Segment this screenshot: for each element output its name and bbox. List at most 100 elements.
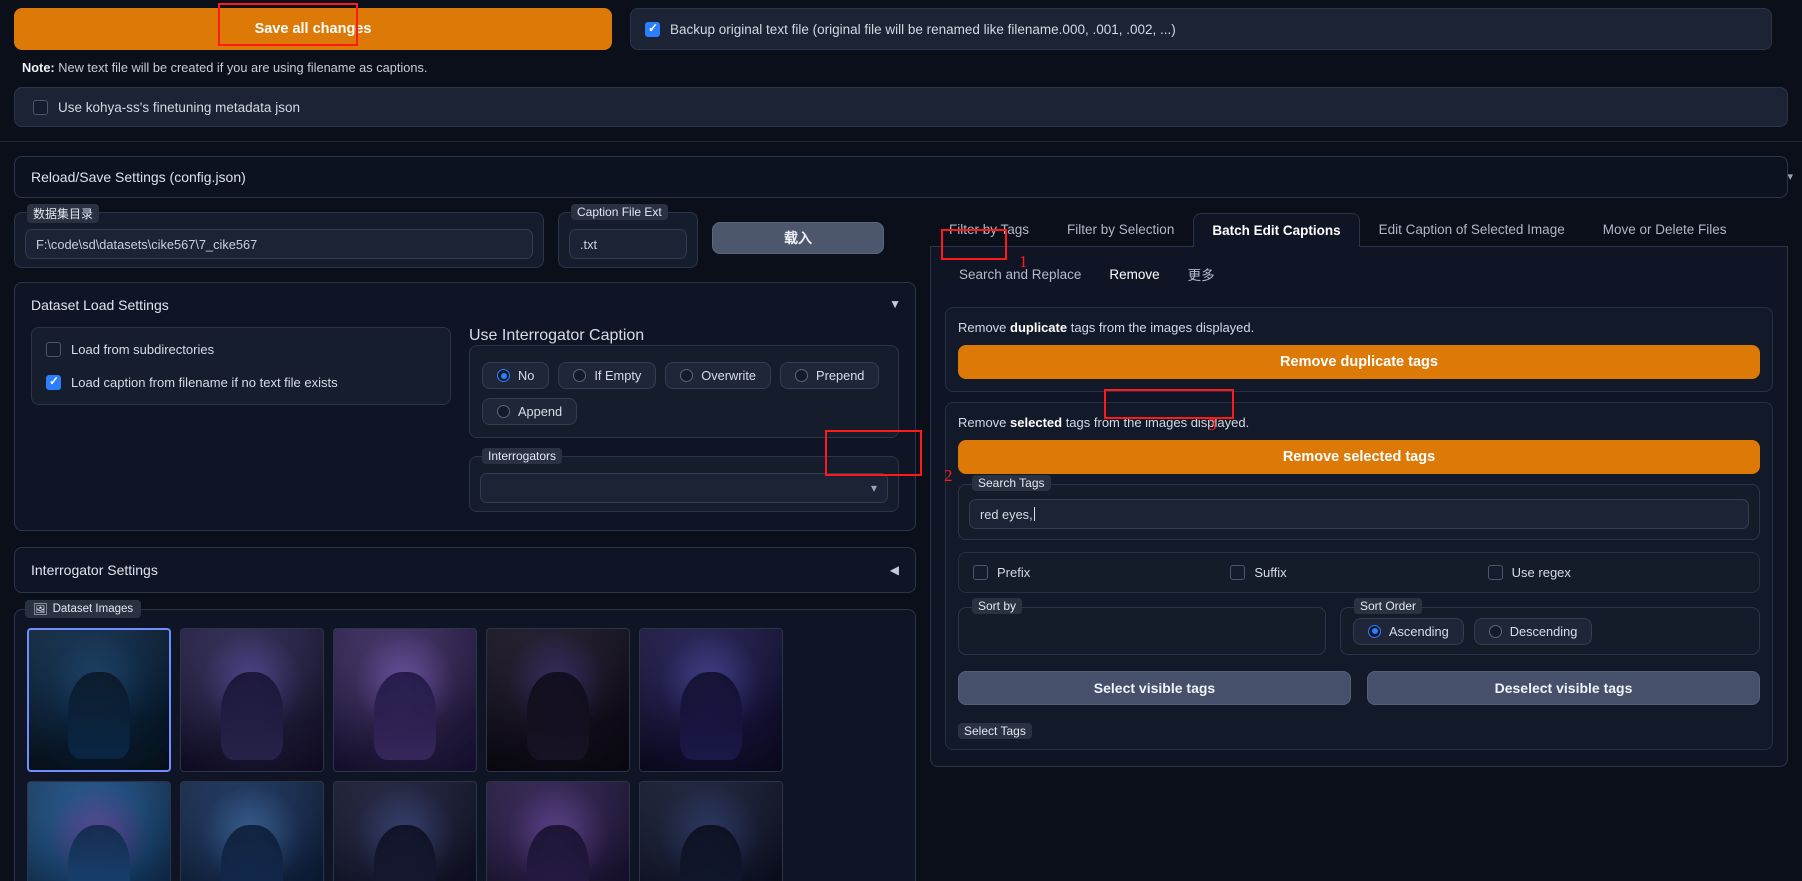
load-caption-label: Load caption from filename if no text fi… [71,375,338,390]
search-tags-value: red eyes, [980,506,1033,522]
annotation-number-3: 3 [1208,415,1217,434]
sort-order-field: Sort Order Ascending Descending [1340,598,1760,655]
dataset-image-thumbnail[interactable] [486,628,630,772]
select-visible-tags-button[interactable]: Select visible tags [958,671,1351,705]
radio-ascending[interactable]: Ascending [1353,617,1464,645]
search-tags-box: red eyes, [958,484,1760,540]
radio-descending[interactable]: Descending [1473,617,1593,645]
kohya-metadata-option[interactable]: Use kohya-ss's finetuning metadata json [14,87,1788,127]
collapse-triangle-icon[interactable]: ▼ [889,297,901,311]
radio-dot-descending[interactable] [1488,624,1502,638]
chevron-down-icon[interactable]: ▾ [1787,170,1793,183]
search-tags-input[interactable]: red eyes, [969,499,1749,529]
dataset-load-settings-panel: Dataset Load Settings ▼ Load from subdir… [14,282,916,531]
radio-dot-prepend[interactable] [795,369,809,382]
caption-file-ext-label: Caption File Ext [571,204,668,220]
interrogator-caption-radios: No If Empty Overwrite Prepend Append [469,345,899,438]
annotation-number-2: 2 [944,466,953,485]
interrogators-label: Interrogators [482,448,563,464]
dup-desc-post: tags from the images displayed. [1067,320,1255,335]
dataset-images-label: Dataset Images [52,603,134,615]
tab-batch-edit-captions[interactable]: Batch Edit Captions [1193,213,1360,247]
radio-if-empty[interactable]: If Empty [558,362,657,389]
radio-overwrite[interactable]: Overwrite [665,362,772,389]
radio-dot-overwrite[interactable] [680,369,694,382]
thumbnail-figure [526,671,590,760]
load-button[interactable]: 载入 [712,222,884,254]
tab-edit-caption-of-selected-image[interactable]: Edit Caption of Selected Image [1360,212,1584,246]
select-tags-field: Select Tags [958,719,1760,739]
load-from-subdirectories-option[interactable]: Load from subdirectories [46,342,436,357]
backup-checkbox[interactable] [645,21,660,37]
reload-save-settings-accordion[interactable]: Reload/Save Settings (config.json) ▾ [14,156,1793,198]
thumbnail-figure [68,672,130,759]
dataset-image-thumbnail[interactable] [639,628,783,772]
main-body: 数据集目录 F:\code\sd\datasets\cike567\7_cike… [0,198,1802,881]
dataset-image-thumbnail[interactable] [333,628,477,772]
search-tags-field[interactable]: Search Tags red eyes, [958,475,1760,540]
caption-file-ext-input[interactable]: .txt [569,229,687,259]
dataset-image-thumbnail[interactable] [639,781,783,881]
suffix-option[interactable]: Suffix [1230,565,1487,580]
thumbnail-figure [679,671,743,760]
remove-selected-description: Remove selected tags from the images dis… [958,415,1760,430]
tab-move-or-delete-files[interactable]: Move or Delete Files [1584,212,1746,246]
tab-filter-by-selection[interactable]: Filter by Selection [1048,212,1193,246]
interrogator-settings-accordion[interactable]: Interrogator Settings ◀ [14,547,916,593]
use-regex-option[interactable]: Use regex [1487,565,1745,580]
sort-by-box[interactable] [958,607,1326,655]
caption-file-ext-field[interactable]: Caption File Ext .txt [558,204,698,268]
dataset-load-settings-row: Load from subdirectories Load caption fr… [31,327,899,512]
dataset-image-thumbnail[interactable] [180,628,324,772]
radio-dot-if-empty[interactable] [573,369,587,382]
kohya-checkbox[interactable] [33,99,48,115]
dataset-input-row: 数据集目录 F:\code\sd\datasets\cike567\7_cike… [14,204,916,268]
radio-no[interactable]: No [482,362,550,389]
radio-prepend[interactable]: Prepend [780,362,880,389]
dataset-load-settings-title: Dataset Load Settings [31,297,169,313]
radio-dot-ascending[interactable] [1368,624,1381,638]
save-all-changes-button[interactable]: Save all changes [14,8,612,50]
dataset-directory-input[interactable]: F:\code\sd\datasets\cike567\7_cike567 [25,229,533,259]
dup-desc-bold: duplicate [1010,320,1068,335]
sort-by-field[interactable]: Sort by [958,598,1326,655]
dataset-image-thumbnail[interactable] [180,781,324,881]
collapse-left-triangle-icon[interactable]: ◀ [890,563,899,577]
top-action-row: Save all changes Backup original text fi… [0,0,1802,50]
subtab-remove[interactable]: Remove [1095,260,1173,289]
dataset-directory-field[interactable]: 数据集目录 F:\code\sd\datasets\cike567\7_cike… [14,204,544,268]
suffix-checkbox[interactable] [1230,565,1246,580]
load-caption-checkbox[interactable] [46,375,61,390]
right-column: Filter by Tags Filter by Selection Batch E… [930,212,1788,881]
radio-dot-no[interactable] [497,369,510,382]
deselect-visible-tags-button[interactable]: Deselect visible tags [1367,671,1760,705]
use-regex-label: Use regex [1511,565,1571,580]
sort-row: Sort by Sort Order Ascending Descending [958,598,1760,655]
remove-selected-tags-button[interactable]: Remove selected tags [958,440,1760,474]
sel-desc-pre: Remove [958,415,1011,430]
dataset-image-thumbnail[interactable] [333,781,477,881]
radio-dot-append[interactable] [497,405,510,418]
dataset-image-thumbnail[interactable] [27,628,171,772]
use-regex-checkbox[interactable] [1487,565,1503,580]
prefix-option[interactable]: Prefix [973,565,1230,580]
radio-label-no: No [518,368,535,383]
kohya-label: Use kohya-ss's finetuning metadata json [58,99,300,115]
load-caption-from-filename-option[interactable]: Load caption from filename if no text fi… [46,375,436,390]
dataset-image-thumbnail[interactable] [486,781,630,881]
interrogators-dropdown[interactable]: ▾ [480,473,888,503]
note-prefix: Note: [22,60,55,75]
chevron-down-icon[interactable]: ▾ [871,481,877,495]
prefix-label: Prefix [997,565,1031,580]
backup-original-text-file-option[interactable]: Backup original text file (original file… [630,8,1772,50]
dataset-image-thumbnail[interactable] [27,781,171,881]
tab-filter-by-tags[interactable]: Filter by Tags [930,212,1048,246]
load-subdirectories-checkbox[interactable] [46,342,61,357]
subtab-more[interactable]: 更多 [1174,257,1229,291]
prefix-checkbox[interactable] [973,565,988,580]
radio-label-append: Append [518,404,563,419]
radio-append[interactable]: Append [482,398,578,425]
remove-duplicate-tags-button[interactable]: Remove duplicate tags [958,345,1760,379]
interrogators-field[interactable]: Interrogators ▾ [469,448,899,512]
text-cursor [1033,507,1035,521]
